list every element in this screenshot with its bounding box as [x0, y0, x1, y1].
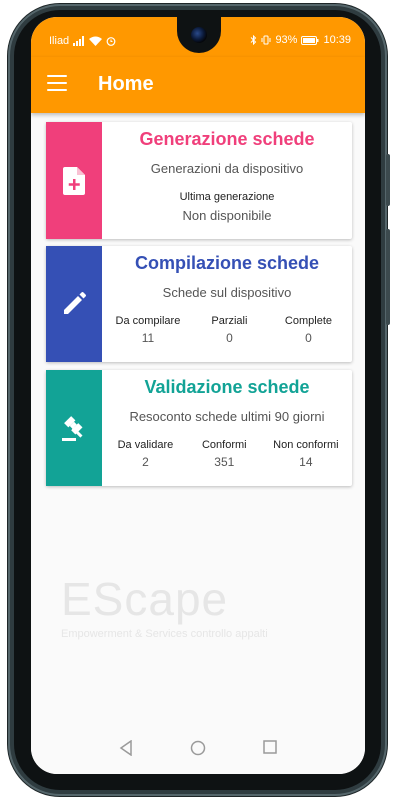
stat-conformi: Conformi 351 [194, 439, 254, 469]
front-camera [191, 27, 207, 43]
page-title: Home [98, 73, 154, 95]
stat-value: 351 [214, 455, 235, 469]
card-title: Validazione schede [144, 377, 310, 397]
stat-value: 0 [226, 331, 233, 345]
stat-label: Conformi [201, 439, 247, 451]
status-right: 93% 10:39 [250, 34, 351, 46]
card-validazione[interactable]: Validazione schede Resoconto schede ulti… [46, 370, 352, 486]
phone-volume-button [386, 229, 390, 325]
stat-label: Da compilare [115, 315, 181, 327]
stat-label: Complete [284, 315, 332, 327]
signal-icon [73, 36, 85, 46]
card-generazione[interactable]: Generazione schede Generazioni da dispos… [46, 122, 352, 239]
phone-side-button [386, 154, 390, 206]
clock-time: 10:39 [323, 34, 351, 46]
card-compilazione-strip [46, 246, 102, 362]
stat-label: Da validare [117, 439, 174, 451]
stat-non-conformi: Non conformi 14 [273, 439, 338, 469]
last-generation-label: Ultima generazione [179, 191, 275, 203]
stat-label: Non conformi [273, 439, 339, 451]
bluetooth-icon [251, 35, 257, 45]
status-left: Iliad [49, 35, 116, 47]
logo-tagline: Empowerment & Services controllo appalti [61, 628, 268, 640]
stat-parziali: Parziali 0 [199, 315, 259, 345]
carrier-label: Iliad [49, 35, 70, 47]
card-generazione-strip [46, 122, 102, 239]
screen: Iliad 93% 10:39 Home Generazione schede … [31, 17, 365, 774]
stat-complete: Complete 0 [278, 315, 338, 345]
card-subtitle: Generazioni da dispositivo [150, 161, 304, 176]
battery-percent: 93% [275, 34, 298, 46]
pencil-icon [64, 292, 86, 314]
last-generation-value: Non disponibile [182, 208, 272, 223]
stat-value: 2 [142, 455, 149, 469]
hamburger-menu-icon[interactable] [47, 75, 67, 93]
stat-da-compilare: Da compilare 11 [116, 315, 181, 345]
logo-brand: EScape [61, 573, 229, 625]
card-title: Generazione schede [139, 129, 315, 149]
back-icon[interactable] [119, 739, 133, 761]
gavel-icon [62, 416, 83, 441]
home-icon[interactable] [190, 740, 206, 761]
vibrate-icon [261, 35, 271, 45]
alarm-icon [106, 37, 116, 46]
escape-logo-watermark: EScape Empowerment & Services controllo … [61, 572, 268, 640]
card-validazione-strip [46, 370, 102, 486]
card-compilazione[interactable]: Compilazione schede Schede sul dispositi… [46, 246, 352, 362]
recent-apps-icon[interactable] [263, 740, 277, 759]
card-title: Compilazione schede [134, 253, 320, 273]
stat-value: 0 [305, 331, 312, 345]
file-add-icon [63, 166, 85, 195]
wifi-icon [89, 36, 103, 46]
card-validazione-body: Validazione schede Resoconto schede ulti… [102, 370, 352, 486]
stat-da-validare: Da validare 2 [115, 439, 175, 469]
stat-label: Parziali [211, 315, 248, 327]
navigation-bar [31, 724, 365, 774]
card-stats: Da validare 2 Conformi 351 Non conformi … [102, 439, 352, 469]
card-subtitle: Schede sul dispositivo [162, 285, 292, 300]
status-bar: Iliad 93% 10:39 [31, 17, 365, 57]
card-generazione-body: Generazione schede Generazioni da dispos… [102, 122, 352, 239]
app-bar: Home [31, 57, 365, 113]
stat-value: 11 [141, 331, 155, 345]
card-stats: Da compilare 11 Parziali 0 Complete 0 [102, 315, 352, 345]
card-subtitle: Resoconto schede ultimi 90 giorni [129, 409, 325, 424]
battery-icon [301, 35, 319, 45]
stat-value: 14 [299, 455, 313, 469]
card-compilazione-body: Compilazione schede Schede sul dispositi… [102, 246, 352, 362]
